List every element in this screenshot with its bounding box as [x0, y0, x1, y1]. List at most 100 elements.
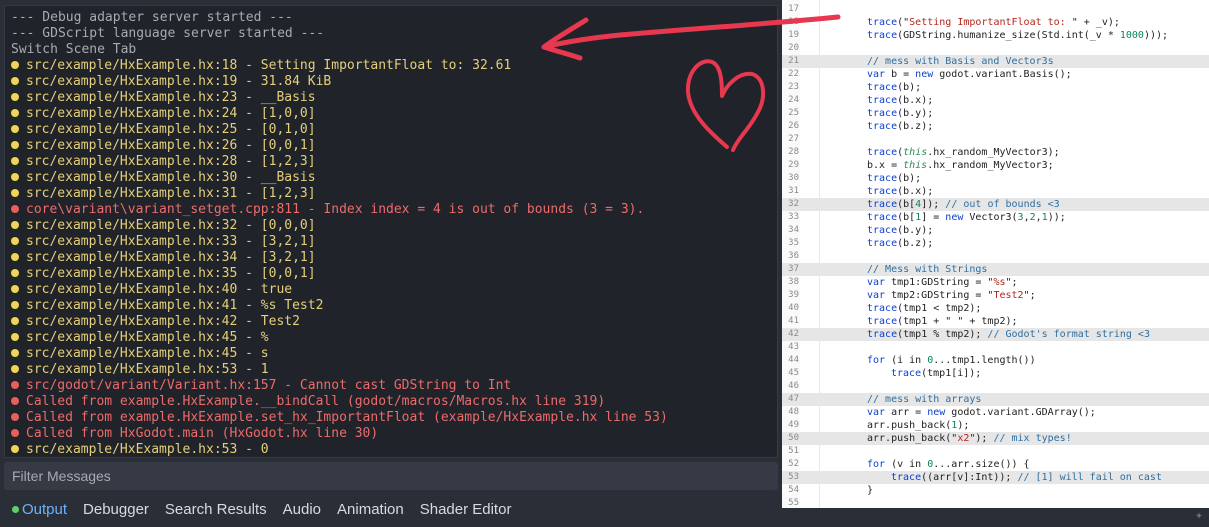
- line-number: 43: [788, 342, 799, 352]
- code-text: trace((arr[v]:Int)); // [1] will fail on…: [891, 471, 1162, 484]
- line-number: 53: [788, 472, 799, 482]
- line-number: 19: [788, 30, 799, 40]
- code-token: %s: [993, 277, 1006, 288]
- code-token: ]);: [921, 199, 946, 210]
- log-message-line: src/example/HxExample.hx:31 - [1,2,3]: [5, 186, 777, 202]
- code-text: trace(b.z);: [867, 237, 933, 250]
- code-text: arr.push_back("x2"); // mix types!: [867, 432, 1072, 445]
- code-line: 20: [782, 42, 1209, 55]
- code-token: trace: [891, 472, 922, 483]
- code-text: trace(tmp1 % tmp2); // Godot's format st…: [867, 328, 1150, 341]
- code-token: var: [867, 290, 886, 301]
- log-line-text: src/example/HxExample.hx:23 - __Basis: [26, 90, 316, 105]
- code-token: // [1] will fail on cast: [1017, 472, 1162, 483]
- code-token: trace: [867, 30, 898, 41]
- error-dot-icon: [11, 397, 19, 405]
- code-line: 53 trace((arr[v]:Int)); // [1] will fail …: [782, 471, 1209, 484]
- log-error-line: src/godot/variant/Variant.hx:157 - Canno…: [5, 378, 777, 394]
- code-token: trace: [867, 17, 898, 28]
- tab-animation[interactable]: Animation: [337, 501, 404, 518]
- log-message-line: src/example/HxExample.hx:41 - %s Test2: [5, 298, 777, 314]
- code-token: trace: [867, 238, 898, 249]
- tab-output[interactable]: Output: [12, 501, 67, 518]
- tab-audio[interactable]: Audio: [283, 501, 321, 518]
- log-line-text: core\variant\variant_setget.cpp:811 - In…: [26, 202, 645, 217]
- log-line-text: src/example/HxExample.hx:53 - 0: [26, 442, 269, 457]
- line-number: 29: [788, 160, 799, 170]
- code-token: var: [867, 69, 886, 80]
- code-text: // mess with arrays: [867, 393, 981, 406]
- line-number: 25: [788, 108, 799, 118]
- output-panel: --- Debug adapter server started --- --- …: [0, 0, 782, 527]
- code-token: ((arr[v]:Int));: [921, 472, 1018, 483]
- code-line: 27: [782, 133, 1209, 146]
- line-number: 23: [788, 82, 799, 92]
- code-text: trace(b.x);: [867, 185, 933, 198]
- code-text: trace(b);: [867, 81, 921, 94]
- line-number: 42: [788, 329, 799, 339]
- code-line: 35 trace(b.z);: [782, 237, 1209, 250]
- line-number: 38: [788, 277, 799, 287]
- code-token: (b[: [897, 212, 916, 223]
- code-text: // Mess with Strings: [867, 263, 987, 276]
- code-token: (b.z);: [897, 121, 934, 132]
- code-token: // Godot's format string <3: [987, 329, 1150, 340]
- code-token: trace: [867, 186, 898, 197]
- log-message-line: src/example/HxExample.hx:53 - 0: [5, 442, 777, 457]
- code-token: (tmp1 % tmp2);: [897, 329, 988, 340]
- code-token: (i in: [885, 355, 928, 366]
- code-text: }: [867, 484, 873, 497]
- tab-label: Output: [22, 500, 68, 518]
- log-error-line: Called from example.HxExample.set_hx_Imp…: [5, 410, 777, 426]
- code-line: 41 trace(tmp1 + " " + tmp2);: [782, 315, 1209, 328]
- line-number: 27: [788, 134, 799, 144]
- line-number: 33: [788, 212, 799, 222]
- code-editor[interactable]: 17 18 trace("Setting ImportantFloat to: " …: [782, 0, 1209, 508]
- log-message-line: src/example/HxExample.hx:18 - Setting Im…: [5, 58, 777, 74]
- log-message-line: src/example/HxExample.hx:33 - [3,2,1]: [5, 234, 777, 250]
- code-token: ] =: [921, 212, 946, 223]
- editor-bottom-strip: ✦: [782, 508, 1209, 527]
- code-token: for: [867, 355, 886, 366]
- code-line: 26 trace(b.z);: [782, 120, 1209, 133]
- log-line-text: Called from example.HxExample.__bindCall…: [26, 394, 606, 409]
- log-message-line: src/example/HxExample.hx:23 - __Basis: [5, 90, 777, 106]
- log-message-line: src/example/HxExample.hx:26 - [0,0,1]: [5, 138, 777, 154]
- tab-debugger[interactable]: Debugger: [83, 501, 149, 518]
- log-message-line: src/example/HxExample.hx:34 - [3,2,1]: [5, 250, 777, 266]
- log-message-line: src/example/HxExample.hx:30 - __Basis: [5, 170, 777, 186]
- code-line: 19 trace(GDString.humanize_size(Std.int(_…: [782, 29, 1209, 42]
- log-message-line: src/example/HxExample.hx:32 - [0,0,0]: [5, 218, 777, 234]
- code-token: ...tmp1.length()): [933, 355, 1036, 366]
- message-dot-icon: [11, 93, 19, 101]
- code-token: (tmp1 + " " + tmp2);: [897, 316, 1018, 327]
- line-number: 40: [788, 303, 799, 313]
- tab-shader-editor[interactable]: Shader Editor: [420, 501, 512, 518]
- code-text: trace(GDString.humanize_size(Std.int(_v …: [867, 29, 1168, 42]
- filter-messages-input[interactable]: [4, 462, 778, 490]
- log-line-text: src/example/HxExample.hx:19 - 31.84 KiB: [26, 74, 332, 89]
- output-log[interactable]: --- Debug adapter server started --- --- …: [4, 5, 778, 458]
- log-line-text: --- Debug adapter server started ---: [11, 10, 293, 25]
- log-message-line: src/example/HxExample.hx:40 - true: [5, 282, 777, 298]
- log-info-line: --- Debug adapter server started ---: [5, 10, 777, 26]
- code-token: (tmp1[i]);: [921, 368, 982, 379]
- tab-search-results[interactable]: Search Results: [165, 501, 267, 518]
- log-line-text: src/example/HxExample.hx:33 - [3,2,1]: [26, 234, 316, 249]
- output-status-dot-icon: [12, 505, 19, 513]
- code-token: trace: [867, 108, 898, 119]
- message-dot-icon: [11, 157, 19, 165]
- line-number: 17: [788, 4, 799, 14]
- code-token: Test2: [993, 290, 1024, 301]
- log-line-text: src/example/HxExample.hx:41 - %s Test2: [26, 298, 324, 313]
- filter-bar: [4, 462, 778, 490]
- line-number: 45: [788, 368, 799, 378]
- line-number: 20: [788, 43, 799, 53]
- code-token: )));: [1143, 30, 1169, 41]
- code-token: trace: [891, 368, 922, 379]
- code-text: b.x = this.hx_random_MyVector3;: [867, 159, 1054, 172]
- code-token: ";: [1023, 290, 1036, 301]
- code-line: 23 trace(b);: [782, 81, 1209, 94]
- code-token: 1000: [1119, 30, 1144, 41]
- code-token: trace: [867, 173, 898, 184]
